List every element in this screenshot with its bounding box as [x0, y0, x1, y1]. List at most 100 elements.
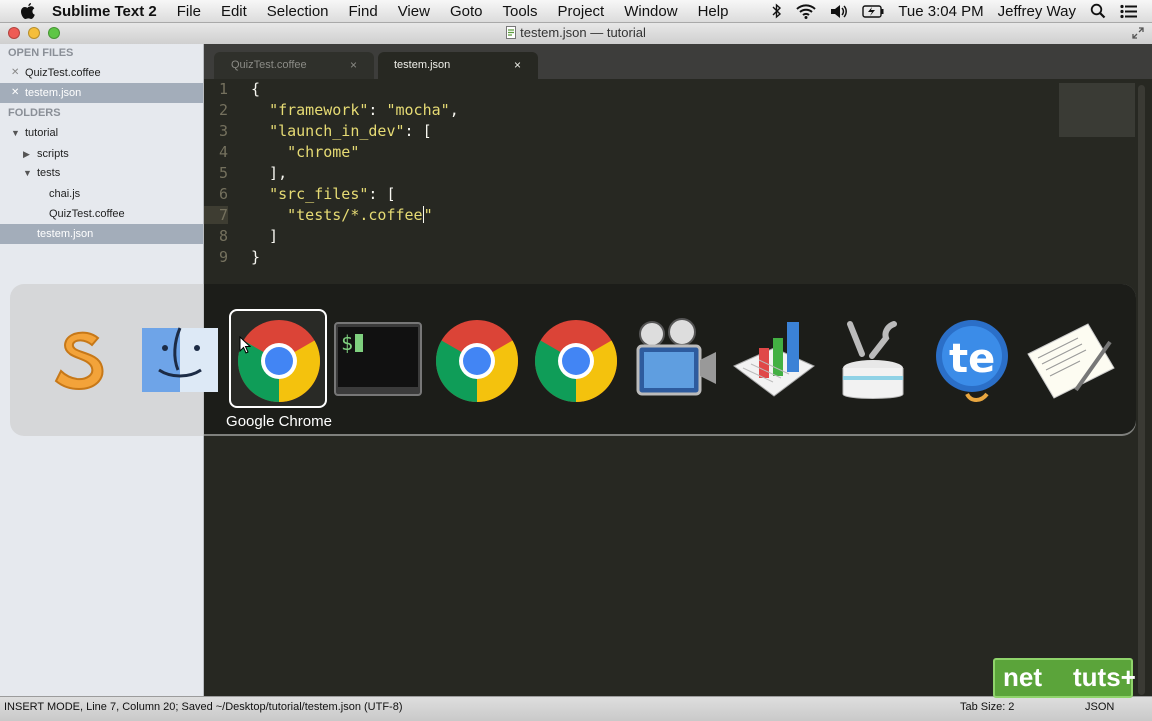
code-text: : [ — [404, 122, 432, 140]
line-number: 1 — [218, 80, 228, 98]
menu-clock[interactable]: Tue 3:04 PM — [898, 3, 983, 20]
tab-close-icon[interactable]: × — [350, 54, 357, 76]
menu-edit[interactable]: Edit — [221, 3, 247, 20]
file-item-quiztest[interactable]: QuizTest.coffee — [0, 204, 203, 224]
open-file-label: testem.json — [25, 87, 82, 99]
file-item-chai[interactable]: chai.js — [0, 184, 203, 204]
line-number-current: 7 — [204, 206, 228, 224]
open-file-item-selected[interactable]: ✕ testem.json — [0, 83, 203, 103]
chrome-icon[interactable] — [531, 316, 621, 406]
tab-label: testem.json — [394, 59, 451, 71]
tab-close-icon[interactable]: × — [514, 54, 521, 76]
app-switcher-label: Google Chrome — [226, 413, 332, 430]
menu-file[interactable]: File — [177, 3, 201, 20]
disclosure-open-icon[interactable]: ▼ — [11, 123, 20, 143]
textexpander-icon[interactable]: te — [927, 316, 1017, 406]
folders-heading: FOLDERS — [8, 107, 61, 119]
tab-size-indicator[interactable]: Tab Size: 2 — [960, 701, 1014, 713]
code-line: "launch_in_dev": [ — [251, 122, 432, 140]
chrome-icon[interactable] — [234, 316, 324, 406]
code-string: "launch_in_dev" — [269, 122, 405, 140]
tab-testem[interactable]: testem.json × — [378, 52, 538, 79]
close-file-icon[interactable]: ✕ — [11, 63, 19, 83]
file-label: QuizTest.coffee — [49, 208, 125, 220]
menu-app-name[interactable]: Sublime Text 2 — [52, 3, 157, 20]
code-string: "tests/*.coffee — [287, 206, 423, 224]
code-line: "framework": "mocha", — [251, 101, 459, 119]
menu-view[interactable]: View — [398, 3, 430, 20]
code-text: : — [368, 101, 387, 119]
tab-bar: QuizTest.coffee × testem.json × — [204, 44, 1152, 79]
mouse-pointer-icon — [239, 335, 252, 359]
textedit-icon[interactable] — [1026, 316, 1116, 406]
file-item-testem[interactable]: testem.json — [0, 224, 203, 244]
notification-center-icon[interactable] — [1120, 4, 1138, 19]
code-line: { — [251, 80, 260, 98]
volume-icon[interactable] — [830, 4, 848, 19]
tab-quiztest[interactable]: QuizTest.coffee × — [214, 52, 374, 79]
finder-icon[interactable] — [135, 316, 225, 406]
line-number: 8 — [218, 227, 228, 245]
code-line: "chrome" — [251, 143, 359, 161]
menu-help[interactable]: Help — [698, 3, 729, 20]
utilities-icon[interactable] — [828, 316, 918, 406]
watermark-text: net — [1003, 662, 1042, 692]
watermark-text: tuts+ — [1073, 662, 1136, 692]
bluetooth-icon[interactable] — [772, 3, 782, 19]
code-line: ] — [251, 227, 278, 245]
minimap[interactable] — [1059, 83, 1135, 137]
disclosure-closed-icon[interactable]: ▶ — [23, 144, 30, 164]
menu-project[interactable]: Project — [558, 3, 605, 20]
code-string: "mocha" — [386, 101, 450, 119]
apple-icon[interactable] — [20, 2, 38, 20]
menu-window[interactable]: Window — [624, 3, 677, 20]
code-string: " — [423, 206, 433, 224]
disclosure-open-icon[interactable]: ▼ — [23, 163, 32, 183]
line-number: 6 — [218, 185, 228, 203]
window-title-bar: testem.json — tutorial — [0, 23, 1152, 45]
code-line: ], — [251, 164, 287, 182]
open-file-label: QuizTest.coffee — [25, 67, 101, 79]
nettuts-watermark: net tuts+ — [993, 658, 1136, 698]
menu-user[interactable]: Jeffrey Way — [998, 3, 1076, 20]
menu-goto[interactable]: Goto — [450, 3, 483, 20]
screenflow-icon[interactable] — [630, 316, 720, 406]
menu-tools[interactable]: Tools — [502, 3, 537, 20]
open-file-item[interactable]: ✕ QuizTest.coffee — [0, 63, 203, 83]
sublime-text-icon[interactable] — [36, 316, 126, 406]
status-message: INSERT MODE, Line 7, Column 20; Saved ~/… — [4, 701, 403, 713]
folder-item-scripts[interactable]: ▶ scripts — [0, 144, 203, 164]
terminal-icon[interactable]: $ — [333, 316, 423, 406]
folder-item-tests[interactable]: ▼ tests — [0, 163, 203, 183]
open-files-heading: OPEN FILES — [8, 47, 74, 59]
document-icon — [506, 26, 517, 42]
file-label: chai.js — [49, 188, 81, 200]
folder-label: tests — [37, 167, 61, 179]
code-text: { — [251, 80, 261, 98]
battery-icon[interactable] — [862, 4, 884, 18]
chrome-icon[interactable] — [432, 316, 522, 406]
folder-label: tutorial — [25, 127, 59, 139]
syntax-indicator[interactable]: JSON — [1085, 701, 1114, 713]
folder-item-tutorial[interactable]: ▼ tutorial — [0, 123, 203, 143]
numbers-icon[interactable] — [729, 316, 819, 406]
code-string: "src_files" — [269, 185, 369, 203]
menu-extras: Tue 3:04 PM Jeffrey Way — [772, 0, 1152, 22]
fullscreen-icon[interactable] — [1132, 27, 1144, 42]
vertical-scrollbar[interactable] — [1138, 85, 1145, 695]
menu-selection[interactable]: Selection — [267, 3, 329, 20]
code-string: "framework" — [269, 101, 369, 119]
menu-find[interactable]: Find — [349, 3, 378, 20]
wifi-icon[interactable] — [796, 3, 817, 19]
spotlight-search-icon[interactable] — [1090, 3, 1106, 19]
menu-bar: Sublime Text 2 File Edit Selection Find … — [0, 0, 1152, 23]
close-file-icon[interactable]: ✕ — [11, 83, 19, 103]
code-text: ], — [251, 164, 288, 182]
code-text: : [ — [368, 185, 396, 203]
line-number: 5 — [218, 164, 228, 182]
